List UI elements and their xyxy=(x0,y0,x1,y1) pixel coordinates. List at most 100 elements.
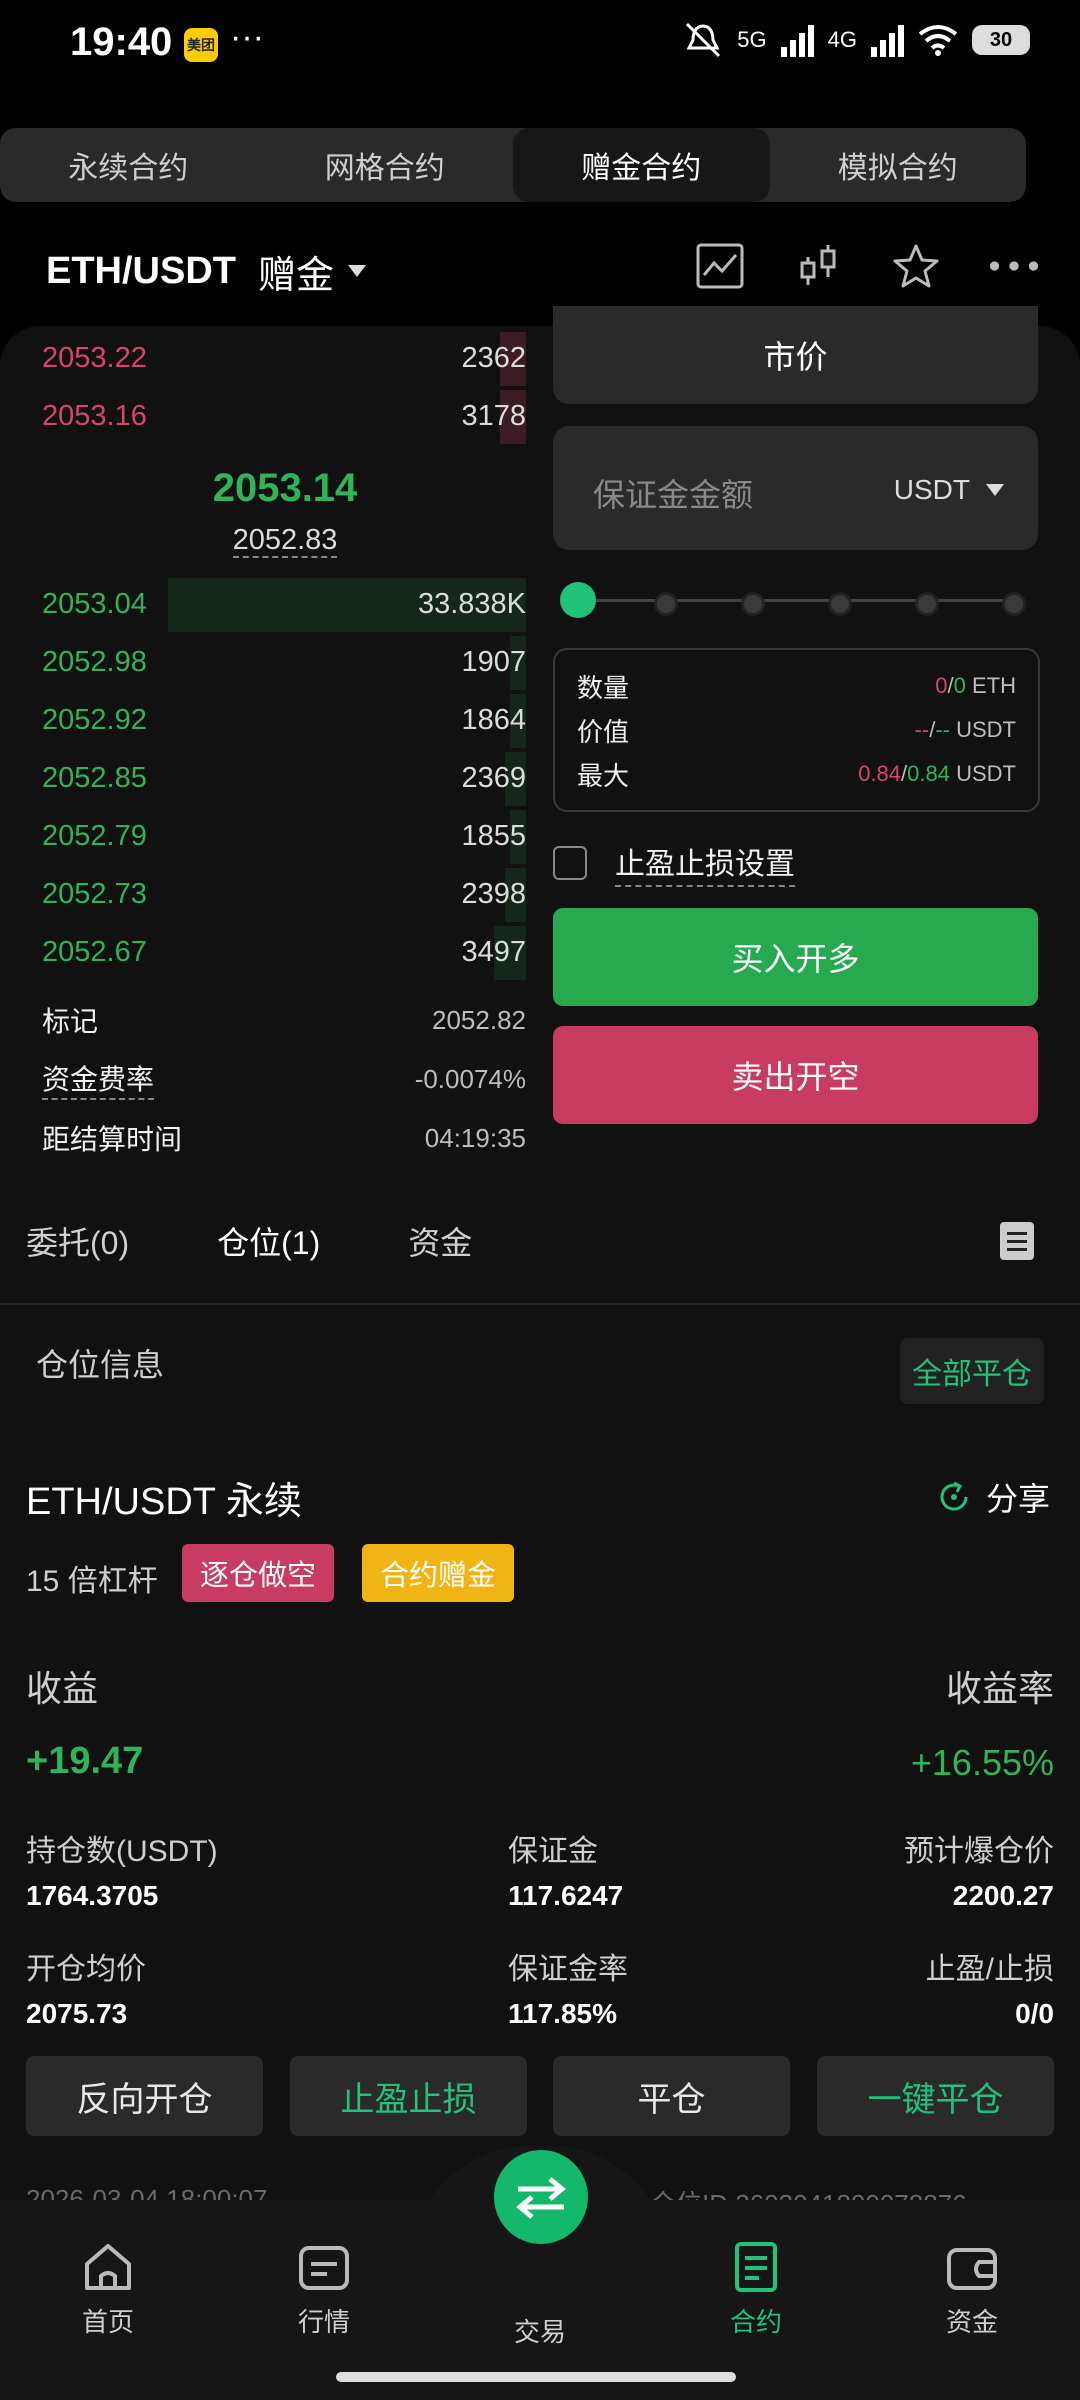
bid-qty: 3497 xyxy=(461,936,526,968)
margin-ratio-value: 117.85% xyxy=(508,1998,617,2029)
slider-step-25[interactable] xyxy=(654,592,678,616)
ask-qty: 2362 xyxy=(461,342,526,374)
pnl-value: +19.47 xyxy=(26,1740,144,1782)
bid-row[interactable]: 2053.04 33.838K xyxy=(0,576,526,634)
slider-step-100[interactable] xyxy=(915,592,939,616)
margin-unit-label: USDT xyxy=(893,474,970,505)
pair-badge: 赠金 xyxy=(258,254,335,297)
isolated-short-tag: 逐仓做空 xyxy=(182,1544,335,1602)
roe-label: 收益率 xyxy=(945,1668,1054,1709)
tpsl-checkbox[interactable] xyxy=(553,846,587,880)
nav-market[interactable]: 行情 xyxy=(264,2240,384,2339)
margin-unit-selector[interactable]: USDT xyxy=(894,474,1004,506)
bid-row[interactable]: 2052.79 1855 xyxy=(0,808,526,866)
tab-grid[interactable]: 网格合约 xyxy=(257,128,514,202)
more-icon[interactable] xyxy=(988,240,1040,292)
settlement-row: 距结算时间 04:19:35 xyxy=(42,1113,526,1163)
ask-row[interactable]: 2053.16 3178 xyxy=(0,388,526,446)
header-actions xyxy=(694,240,1040,292)
wallet-icon xyxy=(947,2248,997,2290)
caret-down-icon xyxy=(348,265,367,277)
tab-demo[interactable]: 模拟合约 xyxy=(770,128,1027,202)
ask-row[interactable]: 2053.22 2362 xyxy=(0,330,526,388)
sell-short-button[interactable]: 卖出开空 xyxy=(553,1026,1038,1124)
pnl-label: 收益 xyxy=(26,1668,99,1709)
margin-amount-input[interactable]: 保证金金额 USDT xyxy=(553,426,1038,550)
bid-price: 2052.85 xyxy=(42,762,147,794)
slider-thumb[interactable] xyxy=(560,582,596,618)
mark-value: 2052.82 xyxy=(432,1004,526,1035)
tab-assets[interactable]: 资金 xyxy=(408,1218,472,1264)
tab-bonus[interactable]: 赠金合约 xyxy=(513,128,770,202)
funding-rate-row[interactable]: 资金费率 -0.0074% xyxy=(42,1054,526,1104)
qty-label: 数量 xyxy=(577,672,630,703)
tpsl-setting[interactable]: 止盈止损设置 xyxy=(553,840,795,887)
tab-positions[interactable]: 仓位(1) xyxy=(217,1218,320,1264)
funding-label: 资金费率 xyxy=(42,1058,155,1100)
slider-step-75[interactable] xyxy=(828,592,852,616)
bid-price: 2052.98 xyxy=(42,646,147,678)
close-all-button[interactable]: 全部平仓 xyxy=(900,1338,1044,1404)
buy-long-button[interactable]: 买入开多 xyxy=(553,908,1038,1006)
share-icon xyxy=(940,1481,968,1511)
slider-step-50[interactable] xyxy=(741,592,765,616)
max-label: 最大 xyxy=(577,760,630,791)
star-icon[interactable] xyxy=(890,240,942,292)
line-chart-icon[interactable] xyxy=(694,240,746,292)
position-symbol: ETH/USDT 永续 xyxy=(26,1481,302,1523)
last-price: 2053.14 xyxy=(212,466,358,510)
slider-step-max[interactable] xyxy=(1002,592,1026,616)
bid-price: 2053.04 xyxy=(42,588,147,620)
tab-orders[interactable]: 委托(0) xyxy=(26,1218,129,1264)
size-value: 1764.3705 xyxy=(26,1880,159,1911)
nav-trade[interactable]: 交易 xyxy=(480,2262,600,2349)
ask-qty: 3178 xyxy=(461,400,526,432)
list-icon[interactable] xyxy=(1000,1222,1034,1260)
pair-selector[interactable]: ETH/USDT 赠金 xyxy=(46,236,367,306)
bid-qty: 2369 xyxy=(461,762,526,794)
tpsl-button[interactable]: 止盈止损 xyxy=(290,2056,527,2136)
qty-value: 0/0 ETH xyxy=(935,673,1016,698)
ask-price: 2053.22 xyxy=(42,342,147,374)
order-type-selector[interactable]: 市价 xyxy=(553,306,1038,404)
tpsl-value-pos: 0/0 xyxy=(1015,1998,1054,2029)
nav-assets[interactable]: 资金 xyxy=(912,2240,1032,2339)
home-indicator[interactable] xyxy=(336,2372,736,2382)
status-bar: 19:40 美团 ··· 5G 4G 30 xyxy=(0,0,1080,90)
nav-home[interactable]: 首页 xyxy=(48,2240,168,2339)
bid-price: 2052.73 xyxy=(42,878,147,910)
trade-button[interactable] xyxy=(494,2150,588,2244)
mute-icon xyxy=(686,22,721,58)
quick-close-button[interactable]: 一键平仓 xyxy=(817,2056,1054,2136)
nav-contract[interactable]: 合约 xyxy=(696,2240,816,2339)
network-4g-label: 4G xyxy=(827,27,857,52)
value-label: 价值 xyxy=(577,716,630,747)
amount-slider[interactable] xyxy=(560,582,1030,618)
margin-value: 117.6247 xyxy=(508,1880,624,1911)
bid-row[interactable]: 2052.85 2369 xyxy=(0,750,526,808)
share-button[interactable]: 分享 xyxy=(938,1474,1050,1520)
bid-row[interactable]: 2052.73 2398 xyxy=(0,866,526,924)
max-value: 0.84/0.84 USDT xyxy=(858,761,1016,786)
position-tabs: 委托(0) 仓位(1) 资金 xyxy=(26,1218,472,1264)
mark-price-mid-value: 2052.83 xyxy=(232,524,338,558)
candlestick-icon[interactable] xyxy=(792,240,844,292)
leverage-label: 15 倍杠杆 xyxy=(26,1565,158,1598)
bid-row[interactable]: 2052.67 3497 xyxy=(0,924,526,982)
tpsl-label-pos: 止盈/止损 xyxy=(925,1953,1054,1986)
contract-icon xyxy=(735,2242,777,2292)
max-row: 最大 0.84/0.84 USDT xyxy=(577,752,1016,796)
tab-perpetual[interactable]: 永续合约 xyxy=(0,128,257,202)
funding-value: -0.0074% xyxy=(414,1063,526,1094)
roe-value: +16.55% xyxy=(910,1742,1054,1783)
close-position-button[interactable]: 平仓 xyxy=(553,2056,790,2136)
contract-type-tabs: 永续合约 网格合约 赠金合约 模拟合约 xyxy=(0,128,1026,202)
margin-ratio-label: 保证金率 xyxy=(508,1953,628,1986)
bid-row[interactable]: 2052.98 1907 xyxy=(0,634,526,692)
ask-price: 2053.16 xyxy=(42,400,147,432)
status-time: 19:40 xyxy=(70,20,173,64)
reverse-position-button[interactable]: 反向开仓 xyxy=(26,2056,263,2136)
liq-price-value: 2200.27 xyxy=(952,1880,1054,1911)
mark-label: 标记 xyxy=(42,1006,99,1037)
bid-row[interactable]: 2052.92 1864 xyxy=(0,692,526,750)
